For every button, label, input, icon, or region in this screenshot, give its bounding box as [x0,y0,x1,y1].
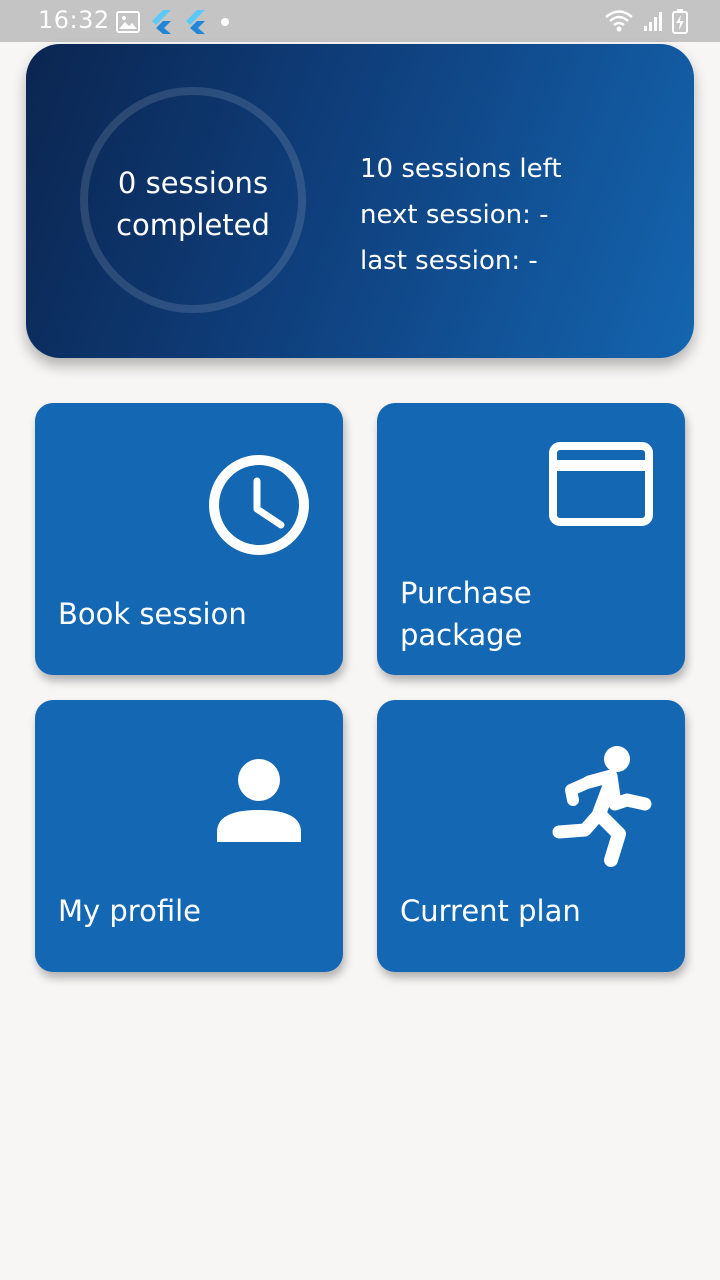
current-plan-tile[interactable]: Current plan [377,700,685,972]
sessions-left-text: 10 sessions left [360,154,562,184]
last-session-text: last session: - [360,246,538,276]
purchase-package-label: Purchase package [400,576,532,652]
book-session-tile[interactable]: Book session [35,403,343,675]
sessions-completed-count: 0 sessions [117,166,269,200]
credit-card-icon [549,442,653,526]
clock-icon [209,455,309,555]
signal-icon [644,12,662,31]
sessions-completed-label: completed [116,208,270,242]
purchase-package-tile[interactable]: Purchase package [377,403,685,675]
status-bar: 16:32 [0,0,720,42]
flutter-icon [186,10,205,34]
my-profile-tile[interactable]: My profile [35,700,343,972]
sessions-completed-text: 0 sessions completed [80,162,306,246]
book-session-label: Book session [58,597,247,631]
current-plan-label: Current plan [400,894,581,928]
wifi-icon [605,10,633,32]
status-notification-icons [116,9,234,35]
flutter-icon [152,10,171,34]
sessions-stats: 10 sessions left next session: - last se… [360,146,562,284]
next-session-text: next session: - [360,200,549,230]
person-icon [217,759,301,842]
my-profile-label: My profile [58,894,202,928]
dot-icon [221,18,229,26]
status-time: 16:32 [38,6,110,34]
battery-charging-icon [672,9,688,34]
image-icon [116,11,140,33]
status-system-icons [604,8,688,34]
sessions-summary-card: 0 sessions completed 10 sessions left ne… [26,44,694,358]
running-icon [552,746,652,867]
